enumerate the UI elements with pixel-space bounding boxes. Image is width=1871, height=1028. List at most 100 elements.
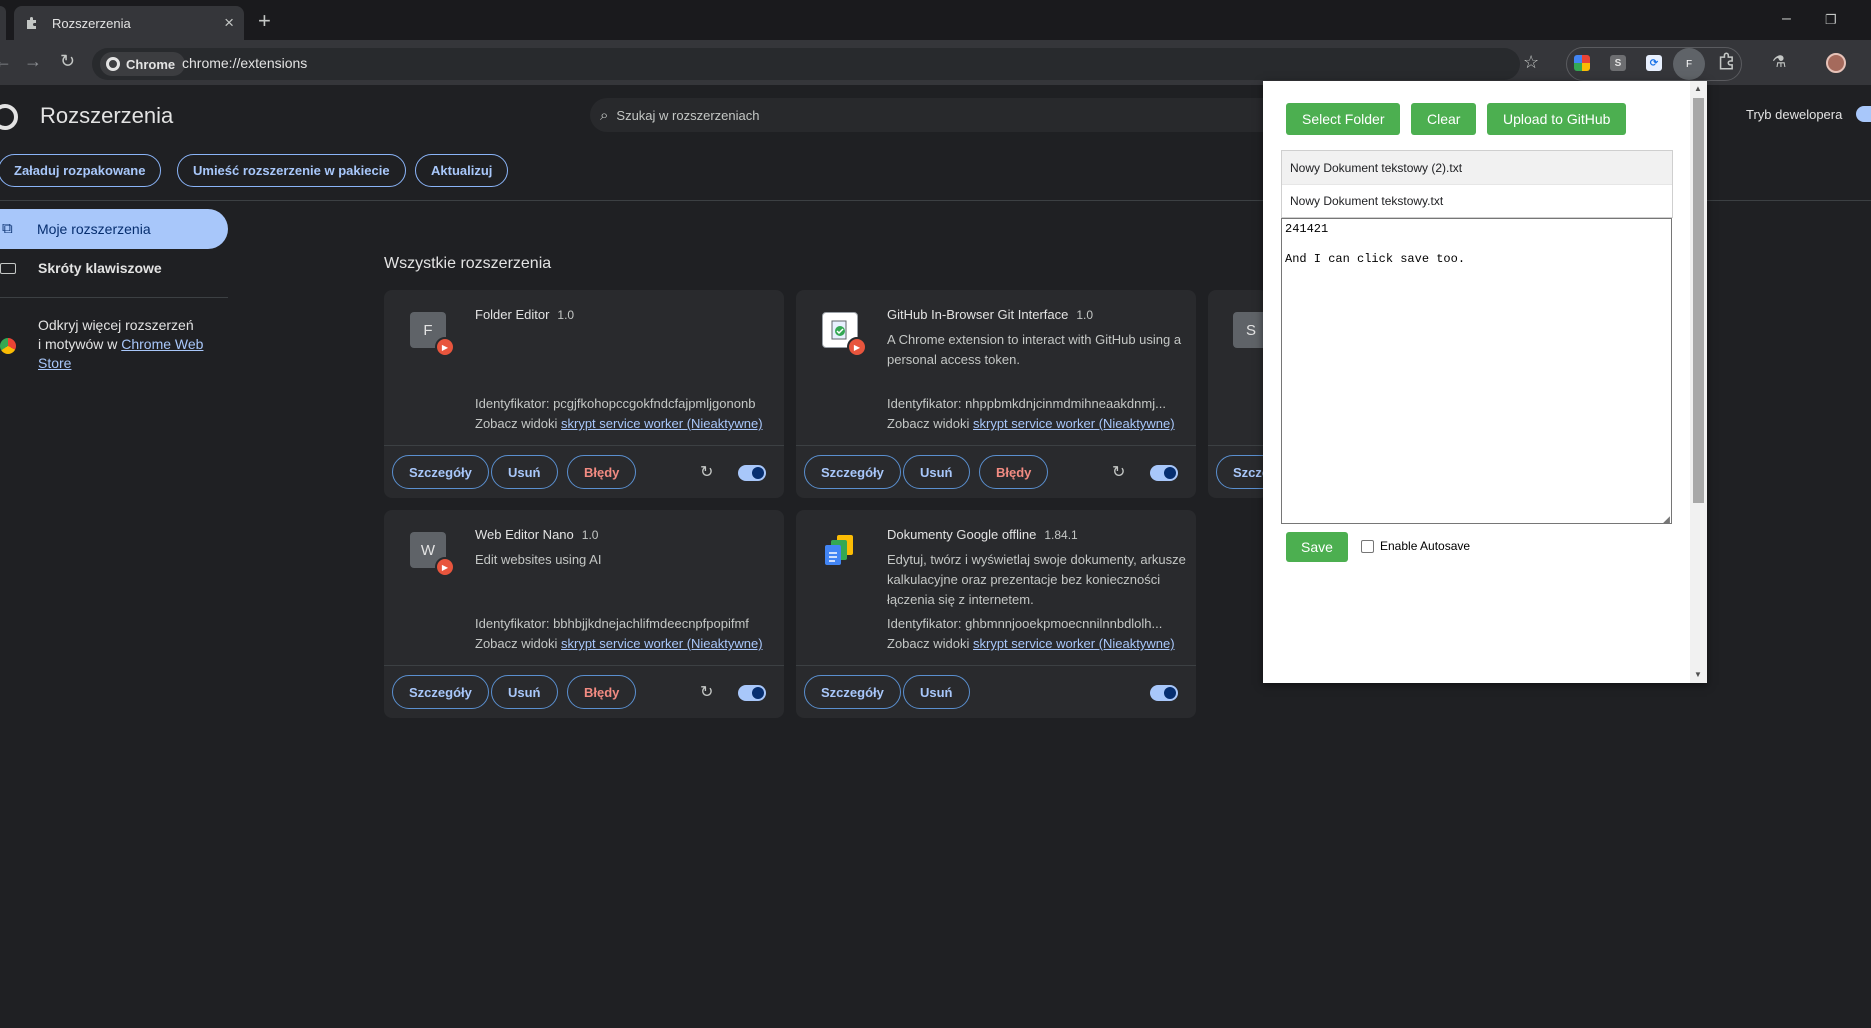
details-button[interactable]: Szczegóły: [804, 455, 901, 489]
puzzle-icon: [24, 15, 40, 31]
enable-toggle[interactable]: [738, 685, 766, 701]
views-label: Zobacz widoki: [475, 416, 558, 431]
chrome-chip[interactable]: Chrome: [100, 52, 186, 76]
file-list-item[interactable]: Nowy Dokument tekstowy.txt: [1282, 184, 1672, 217]
details-button[interactable]: Szcze: [1216, 455, 1268, 489]
id-value: pcgjfkohopccgokfndcfajpmljgononb: [553, 396, 756, 411]
version: 1.0: [1076, 308, 1094, 322]
back-icon[interactable]: ←: [0, 51, 12, 72]
errors-button[interactable]: Błędy: [567, 455, 637, 489]
views-label: Zobacz widoki: [887, 636, 970, 651]
reload-icon[interactable]: ↻: [700, 682, 713, 702]
inspect-views: Zobacz widoki skrypt service worker (Nie…: [475, 636, 763, 651]
tab-strip: [0, 0, 1871, 40]
puzzle-icon: ⧉: [2, 220, 13, 237]
previous-tab-edge[interactable]: [0, 6, 6, 40]
id-label: Identyfikator:: [475, 396, 550, 411]
enable-toggle[interactable]: [738, 465, 766, 481]
bookmark-star-icon[interactable]: ☆: [1523, 52, 1539, 73]
service-worker-link[interactable]: skrypt service worker (Nieaktywne): [973, 416, 1175, 431]
minimize-icon[interactable]: –: [1782, 10, 1791, 28]
resize-handle-icon[interactable]: ◢: [1663, 514, 1670, 525]
details-button[interactable]: Szczegóły: [804, 675, 901, 709]
service-worker-badge-icon: ▶: [435, 337, 455, 357]
profile-avatar[interactable]: [1826, 53, 1846, 73]
clear-button[interactable]: Clear: [1411, 103, 1477, 135]
views-label: Zobacz widoki: [475, 636, 558, 651]
file-editor-textarea[interactable]: 241421 And I can click save too.: [1281, 218, 1672, 524]
pack-extension-button[interactable]: Umieść rozszerzenie w pakiecie: [177, 154, 406, 187]
remove-button[interactable]: Usuń: [903, 455, 970, 489]
errors-button[interactable]: Błędy: [979, 455, 1049, 489]
tab-extensions[interactable]: Rozszerzenia ×: [14, 6, 244, 40]
url-text[interactable]: chrome://extensions: [182, 55, 307, 71]
update-button[interactable]: Aktualizuj: [415, 154, 509, 187]
enable-toggle[interactable]: [1150, 465, 1178, 481]
scroll-down-arrow-icon[interactable]: ▼: [1694, 670, 1702, 679]
remove-button[interactable]: Usuń: [491, 455, 558, 489]
sidebar-item-label: Moje rozszerzenia: [37, 221, 151, 237]
remove-button[interactable]: Usuń: [903, 675, 970, 709]
inspect-views: Zobacz widoki skrypt service worker (Nie…: [887, 636, 1175, 651]
extension-description: A Chrome extension to interact with GitH…: [887, 332, 1182, 367]
new-tab-button[interactable]: +: [258, 8, 271, 34]
autosave-checkbox[interactable]: [1361, 539, 1374, 553]
enable-toggle[interactable]: [1150, 685, 1178, 701]
load-unpacked-button[interactable]: Załaduj rozpakowane: [0, 154, 162, 187]
search-icon: ⌕: [600, 106, 609, 124]
extension-colorful-icon[interactable]: [1574, 55, 1590, 71]
service-worker-link[interactable]: skrypt service worker (Nieaktywne): [561, 416, 763, 431]
extension-github-icon[interactable]: ⟳: [1646, 55, 1662, 71]
version: 1.0: [557, 308, 575, 322]
details-button[interactable]: Szczegóły: [392, 455, 489, 489]
extension-name: Web Editor Nano 1.0: [475, 527, 598, 542]
sidebar-item-my-extensions[interactable]: ⧉ Moje rozszerzenia: [0, 209, 228, 249]
file-list-item[interactable]: Nowy Dokument tekstowy (2).txt: [1282, 151, 1672, 184]
errors-button[interactable]: Błędy: [567, 675, 637, 709]
labs-flask-icon[interactable]: ⚗: [1772, 52, 1786, 72]
chrome-logo-icon: [0, 104, 18, 130]
extension-card-partial: S Szcze: [1208, 290, 1268, 498]
select-folder-button[interactable]: Select Folder: [1286, 103, 1401, 135]
service-worker-link[interactable]: skrypt service worker (Nieaktywne): [561, 636, 763, 651]
close-tab-icon[interactable]: ×: [224, 13, 234, 33]
service-worker-link[interactable]: skrypt service worker (Nieaktywne): [973, 636, 1175, 651]
popup-scrollbar-thumb[interactable]: [1693, 98, 1704, 503]
id-value: nhppbmkdnjcinmdmihneaakdnmj...: [965, 396, 1166, 411]
upload-github-button[interactable]: Upload to GitHub: [1487, 103, 1627, 135]
extension-name: Dokumenty Google offline 1.84.1: [887, 527, 1078, 542]
version: 1.0: [581, 528, 599, 542]
reload-icon[interactable]: ↻: [700, 462, 713, 482]
chrome-icon: [106, 57, 120, 71]
discover-more-text: Odkryj więcej rozszerzeń i motywów w Chr…: [38, 316, 218, 373]
inspect-views: Zobacz widoki skrypt service worker (Nie…: [475, 416, 763, 431]
keyboard-icon: [0, 263, 16, 274]
extension-s-icon[interactable]: S: [1610, 55, 1626, 71]
inspect-views: Zobacz widoki skrypt service worker (Nie…: [887, 416, 1175, 431]
details-button[interactable]: Szczegóły: [392, 675, 489, 709]
extension-description: Edit websites using AI: [475, 552, 602, 567]
extension-folder-editor-button[interactable]: F: [1673, 48, 1705, 80]
card-divider: [1208, 445, 1268, 446]
remove-button[interactable]: Usuń: [491, 675, 558, 709]
reload-icon[interactable]: ↻: [1112, 462, 1125, 482]
web-store-icon: [0, 338, 16, 354]
extension-id: Identyfikator: bbhbjjkdnejachlifmdeecnpf…: [475, 616, 775, 631]
extension-id: Identyfikator: nhppbmkdnjcinmdmihneaakdn…: [887, 396, 1187, 411]
name-text: Dokumenty Google offline: [887, 527, 1037, 542]
reload-icon[interactable]: ↻: [60, 51, 75, 72]
google-docs-icon: [822, 532, 858, 568]
scroll-up-arrow-icon[interactable]: ▲: [1694, 84, 1702, 93]
restore-icon[interactable]: ❐: [1825, 12, 1837, 28]
extension-id: Identyfikator: pcgjfkohopccgokfndcfajpml…: [475, 396, 775, 411]
save-button[interactable]: Save: [1286, 532, 1348, 562]
service-worker-badge-icon: ▶: [847, 337, 867, 357]
extensions-menu-icon[interactable]: [1718, 52, 1736, 75]
search-input[interactable]: ⌕ Szukaj w rozszerzeniach: [590, 98, 1290, 132]
file-list: Nowy Dokument tekstowy (2).txt Nowy Doku…: [1281, 150, 1673, 218]
views-label: Zobacz widoki: [887, 416, 970, 431]
forward-icon[interactable]: →: [24, 51, 42, 72]
dev-mode-toggle[interactable]: [1856, 106, 1871, 122]
sidebar-item-shortcuts[interactable]: Skróty klawiszowe: [38, 260, 162, 276]
chrome-chip-label: Chrome: [126, 56, 176, 72]
